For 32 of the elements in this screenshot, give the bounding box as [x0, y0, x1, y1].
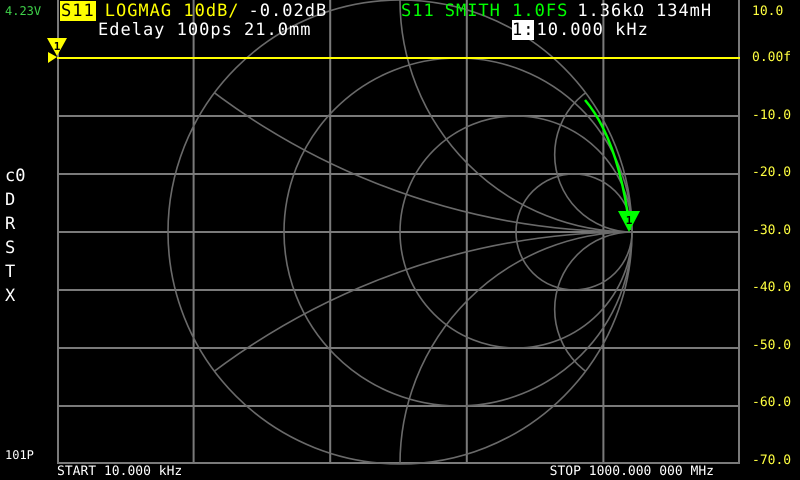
scale-label: -60.0 — [752, 395, 792, 412]
scale-label: 0.00f — [752, 50, 792, 67]
marker-label[interactable]: 1: — [512, 20, 534, 40]
scale-label: -40.0 — [752, 280, 792, 297]
battery-voltage: 4.23V — [5, 4, 42, 18]
side-menu-item[interactable]: S — [5, 236, 57, 260]
scale-label: -50.0 — [752, 338, 792, 354]
side-menu-item[interactable]: D — [5, 188, 57, 212]
scale-label: -70.0 — [752, 452, 792, 470]
start-frequency: START 10.000 kHz — [57, 464, 182, 480]
scale-label: -10.0 — [752, 108, 792, 124]
channel-label[interactable]: S11 — [60, 1, 96, 21]
trace-value: 1.36kΩ 134mH — [577, 1, 712, 21]
reference-pointer-icon — [48, 52, 57, 63]
marker-icon — [618, 211, 640, 232]
side-menu-item[interactable]: T — [5, 260, 57, 284]
channel-label[interactable]: S11 — [400, 1, 436, 21]
side-menu-item[interactable]: R — [5, 212, 57, 236]
trace-format: LOGMAG 10dB/ — [104, 1, 240, 21]
scale-label: -20.0 — [752, 165, 792, 182]
electrical-delay: Edelay 100ps 21.0mm — [98, 20, 312, 40]
scale-label: 10.0 — [752, 4, 784, 21]
sweep-points: 101P — [5, 448, 35, 462]
side-menu-item[interactable]: c0 — [5, 164, 57, 188]
scale-label: -30.0 — [752, 222, 792, 240]
trace-value: -0.02dB — [248, 1, 328, 21]
side-menu-item[interactable]: X — [5, 284, 57, 308]
marker-frequency: 10.000 kHz — [536, 20, 649, 40]
stop-frequency: STOP 1000.000 000 MHz — [550, 464, 714, 480]
trace-format: SMITH 1.0FS — [444, 1, 568, 21]
marker-number: 1 — [626, 214, 632, 227]
marker-number: 1 — [54, 40, 60, 53]
